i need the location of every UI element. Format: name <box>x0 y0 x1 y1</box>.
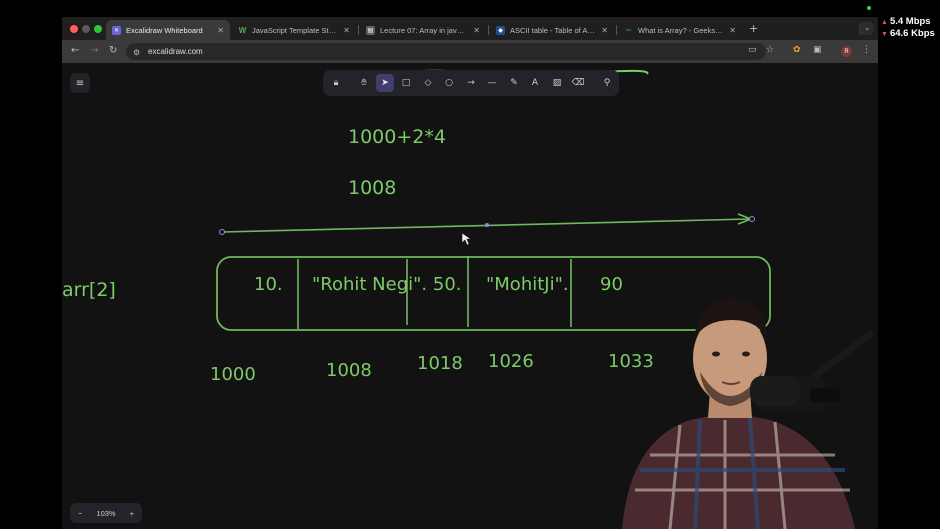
download-arrow-icon: ▼ <box>881 31 888 38</box>
zoom-level[interactable]: 103% <box>96 509 115 518</box>
address-label: 1000 <box>210 364 256 385</box>
tab-lecture-07[interactable]: ▤ Lecture 07: Array in javascrip ✕ <box>360 20 486 40</box>
upload-arrow-icon: ▲ <box>881 19 888 26</box>
ascii-icon: ◆ <box>496 25 505 35</box>
url-text: excalidraw.com <box>148 47 203 56</box>
kebab-menu-icon[interactable]: ⋮ <box>862 45 871 55</box>
tab-label: What is Array? - GeeksforGee <box>638 25 724 35</box>
close-icon[interactable]: ✕ <box>343 26 350 35</box>
zoom-out-button[interactable]: − <box>78 509 82 518</box>
close-icon[interactable]: ✕ <box>473 26 480 35</box>
excalidraw-icon: ✕ <box>112 25 121 35</box>
tab-separator <box>488 25 489 35</box>
address-label: 1026 <box>488 351 534 372</box>
gfg-icon: ∞ <box>626 26 631 34</box>
close-icon[interactable]: ✕ <box>217 26 224 35</box>
array-cell: "MohitJi". <box>486 274 569 295</box>
new-tab-button[interactable]: + <box>749 22 758 35</box>
profile-avatar[interactable]: R <box>841 46 852 57</box>
close-window-button[interactable] <box>70 25 78 33</box>
tab-label: Lecture 07: Array in javascrip <box>380 25 468 35</box>
zoom-controls: − 103% + <box>70 503 142 523</box>
address-label: 1008 <box>326 360 372 381</box>
close-icon[interactable]: ✕ <box>601 26 608 35</box>
array-label: arr[2] <box>62 279 116 301</box>
puzzle-icon[interactable]: ▣ <box>813 45 822 55</box>
upload-speed: 5.4 Mbps <box>889 16 931 27</box>
tab-javascript-template-strings[interactable]: W JavaScript Template Strings ✕ <box>232 20 356 40</box>
reload-icon[interactable]: ↻ <box>109 45 117 56</box>
w3schools-icon: W <box>238 25 247 35</box>
tab-separator <box>358 25 359 35</box>
arrow-end-handle[interactable] <box>749 216 755 222</box>
network-speed-widget: ▲ 5.4 Mbps ▼ 64.6 Kbps <box>881 16 935 40</box>
array-cell: "Rohit Negi". 50. <box>312 274 462 295</box>
extension-icon[interactable]: ✿ <box>793 45 801 55</box>
cast-icon[interactable]: ▭ <box>748 45 757 55</box>
tab-separator <box>616 25 617 35</box>
tab-bar: ✕ Excalidraw Whiteboard ✕ W JavaScript T… <box>62 17 878 40</box>
forward-icon[interactable]: → <box>90 45 98 56</box>
bookmark-star-icon[interactable]: ☆ <box>766 45 774 55</box>
back-icon[interactable]: ← <box>71 45 79 56</box>
maximize-window-button[interactable] <box>94 25 102 33</box>
arrow-start-handle[interactable] <box>219 229 225 235</box>
arrow-mid-handle[interactable] <box>485 223 489 227</box>
chevron-down-icon[interactable]: ⌄ <box>860 21 874 35</box>
tab-label: JavaScript Template Strings <box>252 25 338 35</box>
zoom-in-button[interactable]: + <box>130 509 134 518</box>
tab-geeksforgeeks[interactable]: ∞ What is Array? - GeeksforGee ✕ <box>618 20 742 40</box>
mic-arm <box>807 329 875 383</box>
address-bar[interactable]: excalidraw.com <box>126 43 766 60</box>
tab-label: Excalidraw Whiteboard <box>126 25 203 35</box>
mic-mount <box>810 388 840 402</box>
minimize-window-button[interactable] <box>82 25 90 33</box>
download-speed: 64.6 Kbps <box>889 28 935 39</box>
doc-icon: ▤ <box>366 25 375 35</box>
tab-label: ASCII table - Table of ASCII c <box>510 25 595 35</box>
address-label: 1018 <box>417 353 463 374</box>
tab-ascii-table[interactable]: ◆ ASCII table - Table of ASCII c ✕ <box>490 20 614 40</box>
tab-excalidraw[interactable]: ✕ Excalidraw Whiteboard ✕ <box>106 20 230 40</box>
browser-toolbar: ← → ↻ excalidraw.com ⚙ ▭ ☆ ✿ ▣ R ⋮ <box>62 40 878 63</box>
site-settings-icon[interactable]: ⚙ <box>133 48 140 57</box>
close-icon[interactable]: ✕ <box>729 26 736 35</box>
mouse-cursor <box>461 232 472 246</box>
status-dot <box>867 6 871 10</box>
presenter-webcam <box>622 298 875 529</box>
array-cell: 10. <box>254 274 283 295</box>
